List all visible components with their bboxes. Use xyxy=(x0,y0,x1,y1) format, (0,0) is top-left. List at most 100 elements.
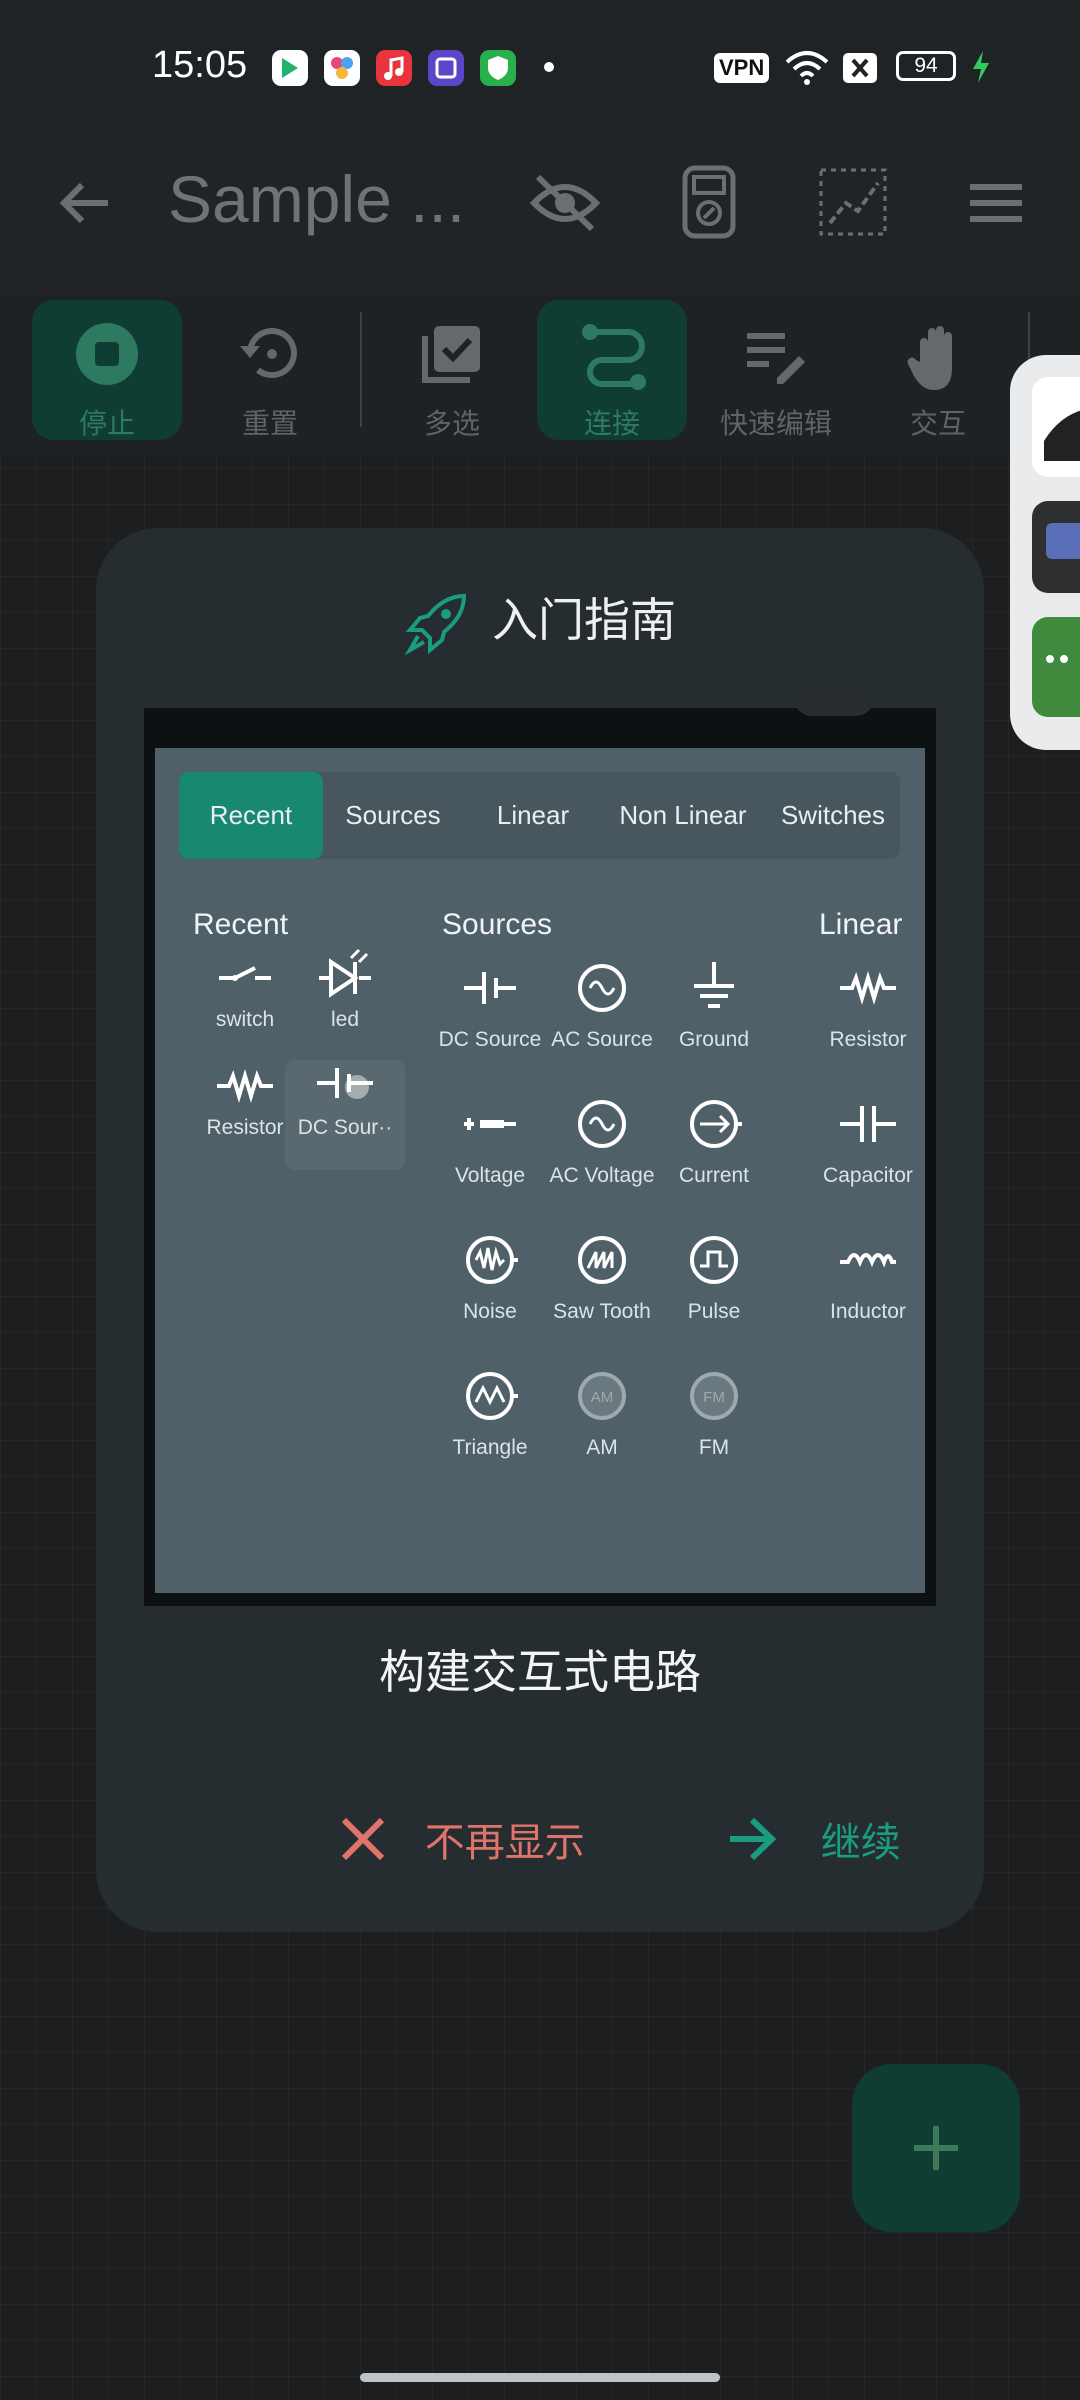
multiselect-button[interactable]: 多选 xyxy=(377,300,527,440)
visibility-off-icon[interactable] xyxy=(529,171,601,239)
rocket-icon xyxy=(404,593,467,655)
component-am: AM AM xyxy=(542,1366,662,1476)
component-saw-tooth: Saw Tooth xyxy=(542,1230,662,1340)
checklist-icon xyxy=(422,326,480,383)
vpn-badge: VPN xyxy=(714,53,770,83)
getting-started-dialog: 入门指南 Recent Sources Linear Non Linear Sw… xyxy=(96,528,984,1932)
triangle-wave-icon xyxy=(466,1372,518,1420)
dc-source-icon xyxy=(317,1068,373,1099)
resistor-icon xyxy=(840,971,896,1005)
voltage-icon xyxy=(464,1118,516,1130)
dialog-caption: 构建交互式电路 xyxy=(379,1645,701,1699)
tab-non-linear: Non Linear xyxy=(619,800,747,830)
reset-label: 重置 xyxy=(241,407,298,440)
am-icon: AM xyxy=(578,1372,626,1420)
component-pulse: Pulse xyxy=(654,1230,774,1340)
quick-edit-button[interactable]: 快速编辑 xyxy=(700,300,852,440)
switch-icon xyxy=(219,966,271,981)
reset-button[interactable]: 重置 xyxy=(195,300,345,440)
add-icon xyxy=(914,2126,958,2170)
component-inductor: Inductor xyxy=(808,1230,925,1340)
component-led: led xyxy=(285,948,405,1058)
capacitor-icon xyxy=(840,1106,896,1142)
component-capacitor: Capacitor xyxy=(808,1094,925,1204)
multimeter-icon[interactable] xyxy=(682,165,736,243)
ac-source-icon xyxy=(578,964,626,1012)
shield-app-icon xyxy=(480,50,516,86)
interact-label: 交互 xyxy=(909,407,966,440)
component-tabs: Recent Sources Linear Non Linear Switche… xyxy=(179,772,900,859)
multiselect-label: 多选 xyxy=(423,407,480,440)
current-icon xyxy=(690,1100,742,1148)
arrow-forward-icon xyxy=(730,1817,777,1861)
tab-recent: Recent xyxy=(179,772,323,859)
saw-tooth-icon xyxy=(578,1236,626,1284)
side-panel[interactable] xyxy=(1010,355,1080,750)
section-recent: Recent xyxy=(193,908,289,941)
dc-source-icon xyxy=(464,972,516,1004)
app-notification-icon xyxy=(324,50,360,86)
page-title: Sample ... xyxy=(168,162,466,236)
tab-linear: Linear xyxy=(496,800,570,830)
video-top-shape xyxy=(794,698,874,716)
continue-button[interactable]: 继续 xyxy=(728,1810,901,1880)
side-panel-item[interactable] xyxy=(1032,617,1080,717)
pulse-icon xyxy=(690,1236,738,1284)
toolbar-divider xyxy=(360,312,362,427)
section-linear: Linear xyxy=(819,908,903,941)
component-noise: Noise xyxy=(430,1230,550,1340)
menu-icon[interactable] xyxy=(968,183,1024,227)
sim-off-icon xyxy=(842,52,878,88)
dialog-title: 入门指南 xyxy=(96,584,984,656)
stop-label: 停止 xyxy=(78,407,135,440)
edit-note-icon xyxy=(747,333,805,384)
led-icon xyxy=(319,948,371,998)
clock: 15:05 xyxy=(152,44,248,86)
dialog-title-text: 入门指南 xyxy=(492,593,676,647)
video-screen: Recent Sources Linear Non Linear Switche… xyxy=(155,748,925,1593)
svg-text:FM: FM xyxy=(703,1389,725,1406)
dont-show-again-button[interactable]: 不再显示 xyxy=(340,1810,585,1880)
component-ac-voltage: AC Voltage xyxy=(542,1094,662,1204)
notes-app-icon xyxy=(428,50,464,86)
resistor-icon xyxy=(217,1069,273,1103)
ground-icon xyxy=(694,962,734,1008)
component-ground: Ground xyxy=(654,958,774,1068)
battery-icon: 94 xyxy=(896,51,956,81)
interact-button[interactable]: 交互 xyxy=(863,300,1013,440)
status-bar: 15:05 VPN 94 xyxy=(0,0,1080,135)
graph-icon[interactable] xyxy=(818,167,888,241)
svg-text:AM: AM xyxy=(591,1389,614,1406)
inductor-icon xyxy=(840,1253,896,1268)
stop-icon xyxy=(76,323,138,385)
side-panel-item[interactable] xyxy=(1032,501,1080,593)
section-sources: Sources xyxy=(442,908,553,941)
more-notifications-dot-icon xyxy=(544,62,554,72)
wifi-icon xyxy=(784,48,830,90)
noise-icon xyxy=(466,1236,518,1284)
add-fab-button[interactable] xyxy=(852,2064,1020,2232)
ac-voltage-icon xyxy=(578,1100,626,1148)
history-icon xyxy=(240,328,297,378)
continue-label: 继续 xyxy=(820,1820,901,1866)
connect-label: 连接 xyxy=(583,407,640,440)
component-triangle: Triangle xyxy=(430,1366,550,1476)
component-dc-source: DC Source xyxy=(430,958,550,1068)
component-ac-source: AC Source xyxy=(542,958,662,1068)
back-arrow-icon[interactable] xyxy=(56,175,112,235)
hand-icon xyxy=(907,326,952,390)
side-panel-item[interactable] xyxy=(1032,377,1080,477)
component-voltage: Voltage xyxy=(430,1094,550,1204)
dont-show-again-label: 不再显示 xyxy=(424,1820,585,1866)
connect-button[interactable]: 连接 xyxy=(537,300,687,440)
music-app-icon xyxy=(376,50,412,86)
close-icon xyxy=(341,1817,385,1861)
app-bar: Sample ... xyxy=(0,135,1080,290)
stop-button[interactable]: 停止 xyxy=(32,300,182,440)
app-notification-icon xyxy=(272,50,308,86)
tutorial-video[interactable]: Recent Sources Linear Non Linear Switche… xyxy=(144,698,936,1606)
charging-icon xyxy=(970,50,992,88)
tab-switches: Switches xyxy=(780,800,886,830)
tab-sources: Sources xyxy=(345,800,441,830)
home-indicator[interactable] xyxy=(360,2373,720,2382)
